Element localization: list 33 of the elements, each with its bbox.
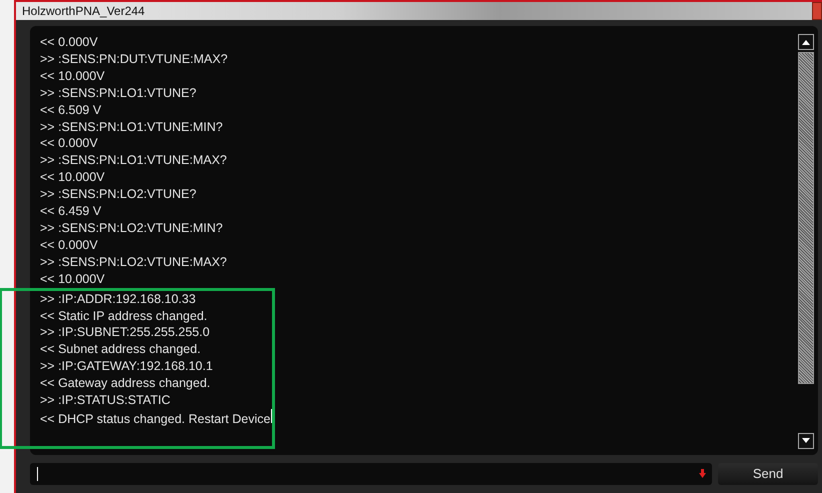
- console-line: << 0.000V: [40, 135, 98, 152]
- window-title: HolzworthPNA_Ver244: [22, 4, 145, 18]
- console-line: >> :SENS:PN:LO1:VTUNE?: [40, 84, 196, 102]
- down-triangle-icon: [802, 438, 810, 444]
- scroll-down-button[interactable]: [798, 432, 814, 449]
- console-line: >> :SENS:PN:LO1:VTUNE:MIN?: [40, 118, 223, 136]
- console-line: >> :IP:STATUS:STATIC: [40, 392, 170, 409]
- scrollbar-thumb[interactable]: [798, 52, 814, 384]
- console-line: >> :SENS:PN:LO2:VTUNE?: [40, 186, 196, 204]
- console-line: >> :SENS:PN:LO1:VTUNE:MAX?: [40, 152, 227, 170]
- console-line: << Subnet address changed.: [40, 341, 201, 358]
- up-triangle-icon: [802, 40, 810, 44]
- console-line: << 0.000V: [40, 236, 98, 254]
- console-line: << 6.509 V: [40, 102, 102, 119]
- console-line: >> :SENS:PN:DUT:VTUNE:MAX?: [40, 50, 228, 68]
- console-line: << 10.000V: [40, 68, 105, 85]
- console-line: >> :SENS:PN:LO2:VTUNE:MIN?: [40, 220, 223, 237]
- console-line: >> :SENS:PN:LO2:VTUNE:MAX?: [40, 254, 227, 271]
- console-line: << DHCP status changed. Restart Device: [40, 408, 272, 428]
- console-line: << Gateway address changed.: [40, 375, 210, 392]
- command-input-field[interactable]: [30, 462, 712, 485]
- close-button[interactable]: [812, 2, 822, 20]
- console-line: >> :IP:GATEWAY:192.168.10.1: [40, 358, 213, 376]
- console-line: >> :IP:SUBNET:255.255.255.0: [40, 324, 210, 342]
- console-line: << 10.000V: [40, 169, 105, 186]
- scroll-up-button[interactable]: [798, 34, 814, 50]
- console-line: << 0.000V: [40, 34, 98, 51]
- console-line: << 6.459 V: [40, 203, 102, 220]
- console-line: << 10.000V: [40, 270, 105, 288]
- console-line: << Static IP address changed.: [40, 308, 208, 324]
- arrow-down-icon: [699, 469, 706, 478]
- send-button[interactable]: Send: [718, 462, 818, 485]
- console-line: >> :IP:ADDR:192.168.10.33: [40, 290, 196, 308]
